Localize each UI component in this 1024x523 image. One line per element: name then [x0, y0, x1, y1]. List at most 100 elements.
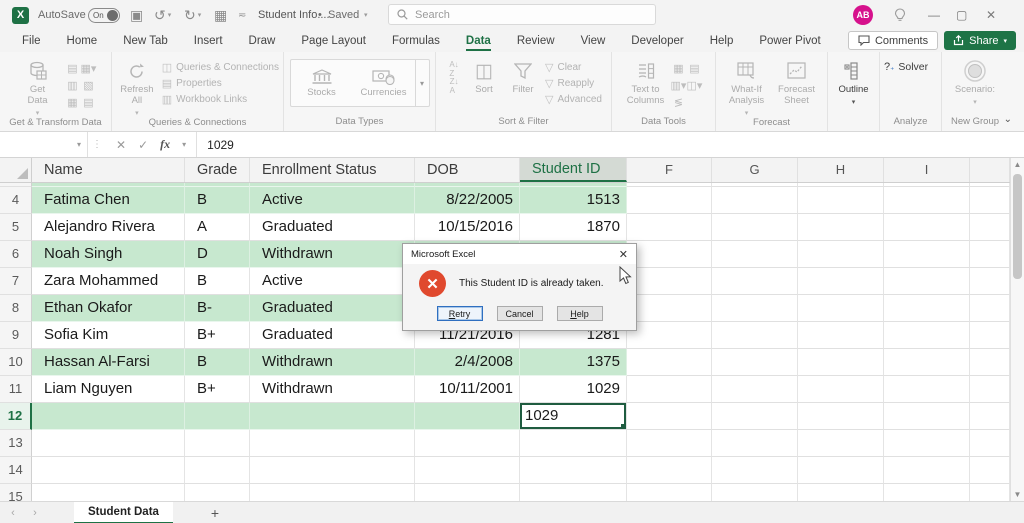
what-if-analysis-button[interactable]: What-If Analysis ▾ — [724, 57, 770, 117]
cell[interactable]: Graduated — [250, 322, 415, 349]
cell[interactable] — [798, 322, 884, 349]
cancel-button[interactable]: Cancel — [496, 306, 543, 321]
cell[interactable] — [798, 268, 884, 295]
tab-help[interactable]: Help — [698, 30, 746, 52]
cell[interactable] — [970, 484, 1010, 501]
column-header-G[interactable]: G — [712, 158, 798, 182]
cell[interactable] — [970, 241, 1010, 268]
cell[interactable] — [712, 322, 798, 349]
tab-insert[interactable]: Insert — [182, 30, 235, 52]
get-transform-mini-buttons[interactable]: ▤ ▦▾ ▥ ▧ ▦ ▤ — [65, 57, 97, 117]
cell[interactable]: Graduated — [250, 214, 415, 241]
properties-button[interactable]: ▤ Properties — [162, 77, 279, 90]
reapply-button[interactable]: ▽ Reapply — [545, 77, 602, 90]
share-button[interactable]: Share ▾ — [944, 31, 1016, 50]
cell[interactable] — [884, 457, 970, 484]
cell[interactable]: 10/11/2001 — [415, 376, 520, 403]
cell[interactable]: 2/4/2008 — [415, 349, 520, 376]
name-box[interactable]: ▾ — [0, 132, 88, 157]
save-status[interactable]: Saved — [328, 0, 359, 30]
retry-button[interactable]: Retry — [436, 306, 483, 321]
row-header-4[interactable]: 4 — [0, 187, 32, 214]
cell[interactable]: 1513 — [520, 187, 627, 214]
cell[interactable] — [884, 484, 970, 501]
cell[interactable] — [798, 484, 884, 501]
cell[interactable] — [970, 457, 1010, 484]
cell[interactable] — [712, 484, 798, 501]
select-all-corner[interactable] — [0, 158, 32, 182]
scroll-down-icon[interactable]: ▼ — [1011, 490, 1024, 499]
cell[interactable] — [798, 457, 884, 484]
cell[interactable] — [185, 484, 250, 501]
search-input[interactable]: Search — [388, 4, 656, 25]
cell[interactable] — [627, 349, 712, 376]
cell[interactable] — [970, 349, 1010, 376]
sheet-nav-right-icon[interactable]: › — [26, 507, 44, 519]
column-header-Student ID[interactable]: Student ID — [520, 158, 627, 182]
clear-filter-button[interactable]: ▽ Clear — [545, 61, 602, 74]
cell[interactable]: Noah Singh — [32, 241, 185, 268]
cell[interactable] — [798, 295, 884, 322]
column-header-partial[interactable] — [970, 158, 1010, 182]
cell[interactable]: B+ — [185, 376, 250, 403]
cell[interactable]: B+ — [185, 322, 250, 349]
cell[interactable] — [627, 268, 712, 295]
cell[interactable]: Ethan Okafor — [32, 295, 185, 322]
cell[interactable] — [250, 484, 415, 501]
cell[interactable] — [520, 457, 627, 484]
sort-button[interactable]: ◫ Sort — [467, 57, 501, 116]
data-tools-mini-buttons[interactable]: ▦ ▤ ▥▾ ◫▾ ≶ — [671, 57, 703, 116]
cell[interactable] — [415, 430, 520, 457]
currencies-button[interactable]: Currencies — [353, 60, 415, 106]
cell[interactable] — [884, 403, 970, 430]
dialog-close-icon[interactable]: ✕ — [619, 248, 628, 261]
cell[interactable] — [250, 403, 415, 430]
row-header-5[interactable]: 5 — [0, 214, 32, 241]
cell[interactable]: Withdrawn — [250, 349, 415, 376]
close-button[interactable]: ✕ — [986, 0, 1014, 30]
autosave-toggle[interactable]: On — [88, 0, 120, 30]
cell[interactable] — [798, 430, 884, 457]
cancel-entry-icon[interactable]: ✕ — [116, 138, 126, 152]
tab-formulas[interactable]: Formulas — [380, 30, 452, 52]
redo-icon[interactable]: ↻ ▾ — [184, 0, 201, 30]
formula-input[interactable]: 1029 — [197, 138, 234, 152]
minimize-button[interactable]: — — [928, 0, 956, 30]
tab-home[interactable]: Home — [55, 30, 110, 52]
column-header-I[interactable]: I — [884, 158, 970, 182]
cell[interactable] — [250, 430, 415, 457]
cell[interactable] — [32, 484, 185, 501]
column-header-Enrollment Status[interactable]: Enrollment Status — [250, 158, 415, 182]
cell[interactable] — [712, 295, 798, 322]
scenario-button[interactable]: Scenario: ▾ — [952, 57, 998, 116]
workbook-links-button[interactable]: ▥ Workbook Links — [162, 93, 279, 106]
tab-view[interactable]: View — [569, 30, 618, 52]
cell[interactable] — [884, 214, 970, 241]
cell[interactable] — [627, 484, 712, 501]
row-header-6[interactable]: 6 — [0, 241, 32, 268]
cell[interactable] — [627, 430, 712, 457]
tab-page-layout[interactable]: Page Layout — [289, 30, 378, 52]
cell[interactable] — [884, 376, 970, 403]
cell[interactable] — [884, 187, 970, 214]
cell[interactable] — [712, 268, 798, 295]
cell[interactable] — [627, 403, 712, 430]
cell[interactable] — [798, 214, 884, 241]
cell[interactable] — [970, 187, 1010, 214]
row-header-8[interactable]: 8 — [0, 295, 32, 322]
row-header-12[interactable]: 12 — [0, 403, 32, 430]
tab-power-pivot[interactable]: Power Pivot — [747, 30, 832, 52]
cell[interactable]: Alejandro Rivera — [32, 214, 185, 241]
confirm-entry-icon[interactable]: ✓ — [138, 138, 148, 152]
cell[interactable] — [712, 430, 798, 457]
get-data-button[interactable]: Get Data ▾ — [15, 57, 61, 117]
customize-toolbar-icon[interactable]: ≂ — [238, 0, 246, 30]
row-header-11[interactable]: 11 — [0, 376, 32, 403]
cell[interactable]: A — [185, 214, 250, 241]
text-to-columns-button[interactable]: Text to Columns — [625, 57, 667, 116]
save-icon[interactable]: ▣ — [130, 0, 143, 30]
advanced-filter-button[interactable]: ▽ Advanced — [545, 93, 602, 106]
help-button[interactable]: Help — [556, 306, 603, 321]
avatar[interactable]: AB — [853, 0, 873, 30]
cell[interactable]: 8/22/2005 — [415, 187, 520, 214]
